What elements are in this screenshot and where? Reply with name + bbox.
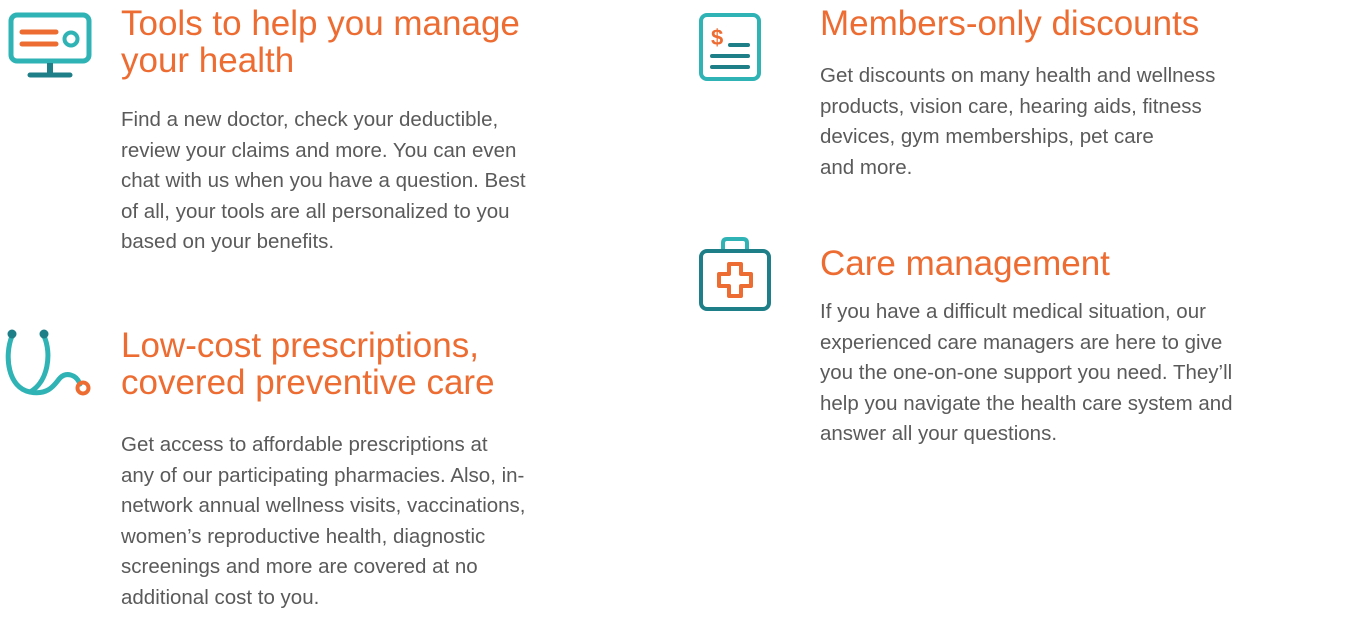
feature-title: Care management bbox=[820, 244, 1110, 283]
first-aid-kit-icon bbox=[699, 237, 771, 311]
computer-monitor-icon bbox=[8, 12, 92, 78]
feature-title: Members-only discounts bbox=[820, 4, 1200, 43]
feature-tools: Tools to help you manage your health Fin… bbox=[0, 0, 640, 290]
feature-prescriptions: Low-cost prescriptions, covered preventi… bbox=[0, 320, 640, 630]
dollar-receipt-icon: $ bbox=[699, 13, 761, 81]
feature-care-management: Care management If you have a difficult … bbox=[680, 230, 1347, 490]
feature-discounts: $ Members-only discounts Get discounts o… bbox=[680, 0, 1347, 220]
feature-title: Tools to help you manage your health bbox=[121, 4, 520, 80]
feature-description: If you have a difficult medical situatio… bbox=[820, 300, 1233, 445]
feature-description: Get discounts on many health and wellnes… bbox=[820, 64, 1216, 179]
feature-title: Low-cost prescriptions, covered preventi… bbox=[121, 326, 495, 402]
svg-text:$: $ bbox=[711, 25, 723, 50]
feature-description: Get access to affordable prescriptions a… bbox=[121, 433, 526, 609]
stethoscope-icon bbox=[5, 329, 91, 396]
feature-description: Find a new doctor, check your deductible… bbox=[121, 108, 526, 253]
